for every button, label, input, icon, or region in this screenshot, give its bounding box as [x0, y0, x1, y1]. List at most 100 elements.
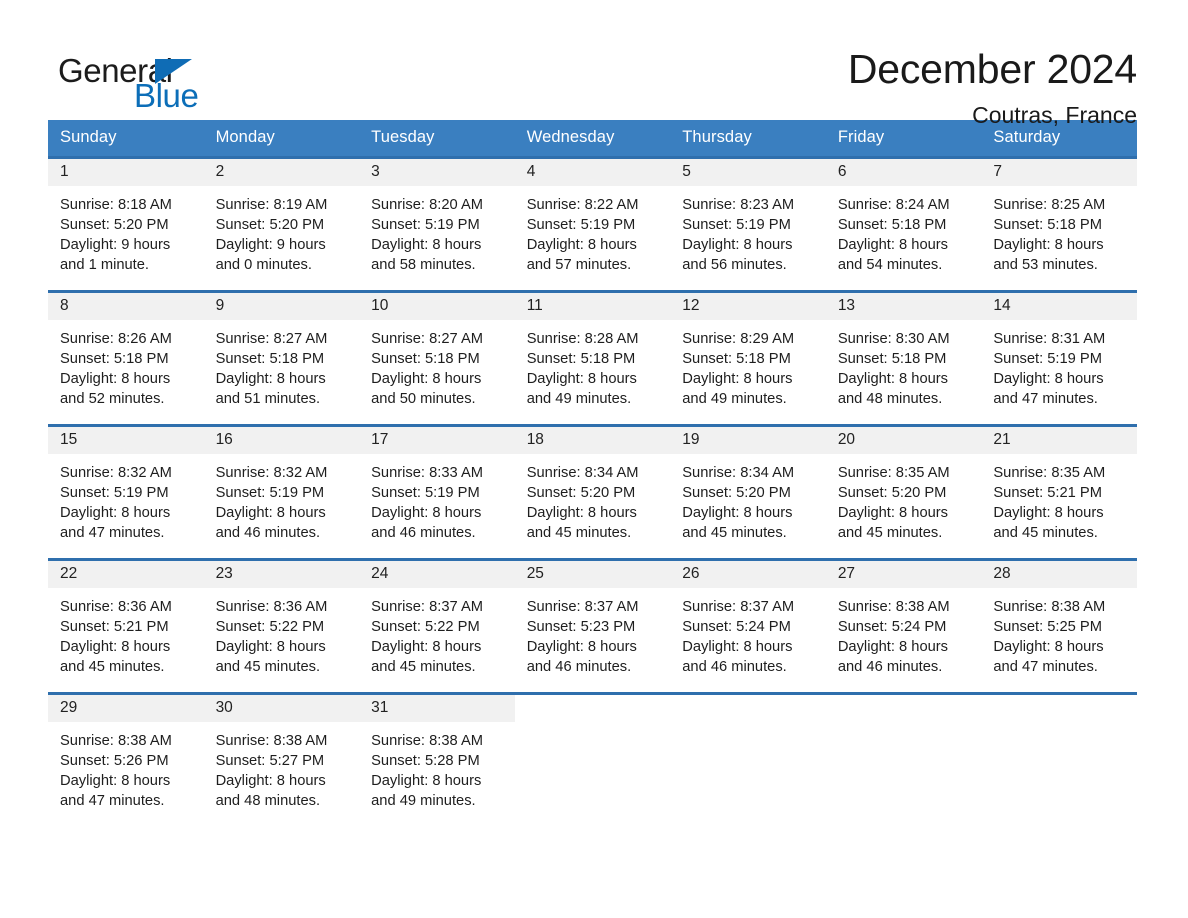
calendar-day-cell[interactable]: 5 Sunrise: 8:23 AM Sunset: 5:19 PM Daylight… [670, 156, 826, 292]
calendar-day-cell[interactable]: 4 Sunrise: 8:22 AM Sunset: 5:19 PM Daylight… [514, 156, 671, 292]
daylight-text-line1: Daylight: 8 hours [993, 639, 1104, 655]
daylight-text-line2: and 47 minutes. [993, 391, 1098, 407]
sunrise-text: Sunrise: 8:28 AM [526, 331, 639, 347]
sunset-text: Sunset: 5:19 PM [682, 217, 791, 233]
daylight-text-line2: and 1 minute. [60, 257, 149, 273]
day-number: 31 [359, 695, 515, 722]
calendar-day-cell[interactable]: 31 Sunrise: 8:38 AM Sunset: 5:28 PM Dayligh… [359, 692, 515, 828]
calendar-day-cell[interactable]: 26 Sunrise: 8:37 AM Sunset: 5:24 PM Dayligh… [670, 558, 826, 694]
calendar-day-cell[interactable]: 7 Sunrise: 8:25 AM Sunset: 5:18 PM Daylight… [981, 156, 1137, 292]
sunset-text: Sunset: 5:19 PM [215, 485, 325, 501]
daylight-text-line2: and 49 minutes. [371, 793, 476, 809]
calendar-day-cell[interactable]: 3 Sunrise: 8:20 AM Sunset: 5:19 PM Daylight… [359, 156, 515, 292]
day-number: 30 [203, 695, 360, 722]
daylight-text-line2: and 46 minutes. [682, 659, 787, 675]
daylight-text-line1: Daylight: 8 hours [371, 505, 482, 521]
calendar-day-cell[interactable]: 14 Sunrise: 8:31 AM Sunset: 5:19 PM Dayligh… [981, 290, 1137, 426]
sunset-text: Sunset: 5:18 PM [526, 351, 636, 367]
day-number: 28 [981, 561, 1137, 588]
day-details: Sunrise: 8:30 AM Sunset: 5:18 PM Daylight:… [825, 320, 982, 424]
calendar-day-cell[interactable]: 18 Sunrise: 8:34 AM Sunset: 5:20 PM Dayligh… [514, 424, 671, 560]
calendar-day-cell[interactable]: 27 Sunrise: 8:38 AM Sunset: 5:24 PM Dayligh… [825, 558, 982, 694]
daylight-text-line2: and 45 minutes. [215, 659, 321, 675]
calendar-day-cell[interactable]: 29 Sunrise: 8:38 AM Sunset: 5:26 PM Dayligh… [48, 692, 204, 828]
daylight-text-line2: and 45 minutes. [526, 525, 632, 541]
calendar-day-cell[interactable]: 11 Sunrise: 8:28 AM Sunset: 5:18 PM Dayligh… [514, 290, 671, 426]
calendar-day-cell[interactable]: 1 Sunrise: 8:18 AM Sunset: 5:20 PM Daylight… [48, 156, 204, 292]
calendar-day-cell[interactable]: 17 Sunrise: 8:33 AM Sunset: 5:19 PM Dayligh… [359, 424, 515, 560]
calendar-day-cell[interactable]: 9 Sunrise: 8:27 AM Sunset: 5:18 PM Daylight… [203, 290, 360, 426]
day-details: Sunrise: 8:23 AM Sunset: 5:19 PM Daylight:… [670, 186, 826, 290]
day-number: 12 [670, 293, 826, 320]
sunrise-text: Sunrise: 8:37 AM [526, 599, 639, 615]
day-number: 21 [981, 427, 1137, 454]
calendar-day-cell[interactable]: 13 Sunrise: 8:30 AM Sunset: 5:18 PM Dayligh… [825, 290, 982, 426]
calendar-day-cell[interactable]: 15 Sunrise: 8:32 AM Sunset: 5:19 PM Dayligh… [48, 424, 204, 560]
sunset-text: Sunset: 5:23 PM [526, 619, 636, 635]
calendar-day-cell[interactable]: 28 Sunrise: 8:38 AM Sunset: 5:25 PM Dayligh… [981, 558, 1137, 694]
calendar-day-cell[interactable]: 23 Sunrise: 8:36 AM Sunset: 5:22 PM Dayligh… [203, 558, 360, 694]
day-details: Sunrise: 8:31 AM Sunset: 5:19 PM Daylight:… [981, 320, 1137, 424]
calendar-day-cell[interactable]: 25 Sunrise: 8:37 AM Sunset: 5:23 PM Dayligh… [514, 558, 671, 694]
calendar-day-cell[interactable]: 2 Sunrise: 8:19 AM Sunset: 5:20 PM Daylight… [203, 156, 360, 292]
sunset-text: Sunset: 5:22 PM [371, 619, 480, 635]
daylight-text-line2: and 53 minutes. [993, 257, 1098, 273]
day-number [826, 695, 982, 722]
calendar-day-cell[interactable]: 24 Sunrise: 8:37 AM Sunset: 5:22 PM Dayligh… [359, 558, 515, 694]
day-details: Sunrise: 8:28 AM Sunset: 5:18 PM Daylight:… [514, 320, 671, 424]
calendar-day-cell[interactable]: 6 Sunrise: 8:24 AM Sunset: 5:18 PM Daylight… [825, 156, 982, 292]
calendar-day-cell[interactable]: 22 Sunrise: 8:36 AM Sunset: 5:21 PM Dayligh… [48, 558, 204, 694]
page-header: General Blue December 2024 Coutras, Fran… [0, 0, 1188, 127]
day-details: Sunrise: 8:32 AM Sunset: 5:19 PM Daylight:… [203, 454, 360, 558]
day-number: 7 [981, 159, 1137, 186]
daylight-text-line2: and 47 minutes. [60, 525, 165, 541]
sunrise-text: Sunrise: 8:36 AM [215, 599, 328, 615]
daylight-text-line1: Daylight: 8 hours [682, 639, 793, 655]
sunset-text: Sunset: 5:22 PM [215, 619, 325, 635]
sunset-text: Sunset: 5:19 PM [526, 217, 636, 233]
calendar-day-cell[interactable]: 12 Sunrise: 8:29 AM Sunset: 5:18 PM Dayligh… [670, 290, 826, 426]
sunset-text: Sunset: 5:20 PM [682, 485, 791, 501]
daylight-text-line1: Daylight: 8 hours [526, 639, 637, 655]
calendar-day-cell[interactable]: 16 Sunrise: 8:32 AM Sunset: 5:19 PM Dayligh… [203, 424, 360, 560]
calendar-day-cell [981, 692, 1137, 828]
sunrise-text: Sunrise: 8:23 AM [682, 197, 795, 213]
calendar-day-cell[interactable]: 8 Sunrise: 8:26 AM Sunset: 5:18 PM Daylight… [48, 290, 204, 426]
sunrise-text: Sunrise: 8:38 AM [371, 733, 483, 749]
calendar-body: 1 Sunrise: 8:18 AM Sunset: 5:20 PM Daylight… [48, 156, 1137, 828]
sunrise-text: Sunrise: 8:20 AM [371, 197, 483, 213]
calendar-day-cell[interactable]: 19 Sunrise: 8:34 AM Sunset: 5:20 PM Dayligh… [670, 424, 826, 560]
sunset-text: Sunset: 5:18 PM [215, 351, 325, 367]
daylight-text-line2: and 47 minutes. [60, 793, 165, 809]
day-number: 29 [48, 695, 204, 722]
calendar-day-cell[interactable]: 21 Sunrise: 8:35 AM Sunset: 5:21 PM Dayligh… [981, 424, 1137, 560]
day-number [515, 695, 671, 722]
daylight-text-line2: and 54 minutes. [837, 257, 943, 273]
day-details [825, 722, 982, 828]
daylight-text-line1: Daylight: 8 hours [215, 773, 326, 789]
day-details: Sunrise: 8:38 AM Sunset: 5:25 PM Daylight:… [981, 588, 1137, 692]
day-number: 18 [514, 427, 671, 454]
daylight-text-line1: Daylight: 8 hours [993, 371, 1104, 387]
sunrise-text: Sunrise: 8:38 AM [837, 599, 950, 615]
daylight-text-line1: Daylight: 8 hours [837, 371, 949, 387]
day-details: Sunrise: 8:26 AM Sunset: 5:18 PM Daylight:… [48, 320, 204, 424]
day-number: 13 [825, 293, 982, 320]
daylight-text-line1: Daylight: 8 hours [371, 237, 482, 253]
calendar-day-cell[interactable]: 30 Sunrise: 8:38 AM Sunset: 5:27 PM Dayligh… [203, 692, 360, 828]
sunset-text: Sunset: 5:19 PM [60, 485, 169, 501]
daylight-text-line2: and 45 minutes. [371, 659, 476, 675]
day-details: Sunrise: 8:34 AM Sunset: 5:20 PM Daylight:… [670, 454, 826, 558]
daylight-text-line1: Daylight: 8 hours [60, 639, 171, 655]
calendar-day-cell[interactable]: 10 Sunrise: 8:27 AM Sunset: 5:18 PM Dayligh… [359, 290, 515, 426]
daylight-text-line2: and 51 minutes. [215, 391, 321, 407]
sunrise-text: Sunrise: 8:34 AM [526, 465, 639, 481]
day-number: 2 [203, 159, 360, 186]
calendar-day-cell [514, 692, 671, 828]
sunrise-text: Sunrise: 8:34 AM [682, 465, 795, 481]
daylight-text-line2: and 46 minutes. [215, 525, 321, 541]
daylight-text-line2: and 0 minutes. [215, 257, 312, 273]
day-details: Sunrise: 8:37 AM Sunset: 5:22 PM Daylight:… [359, 588, 515, 692]
sunrise-text: Sunrise: 8:35 AM [993, 465, 1106, 481]
calendar-day-cell[interactable]: 20 Sunrise: 8:35 AM Sunset: 5:20 PM Dayligh… [825, 424, 982, 560]
